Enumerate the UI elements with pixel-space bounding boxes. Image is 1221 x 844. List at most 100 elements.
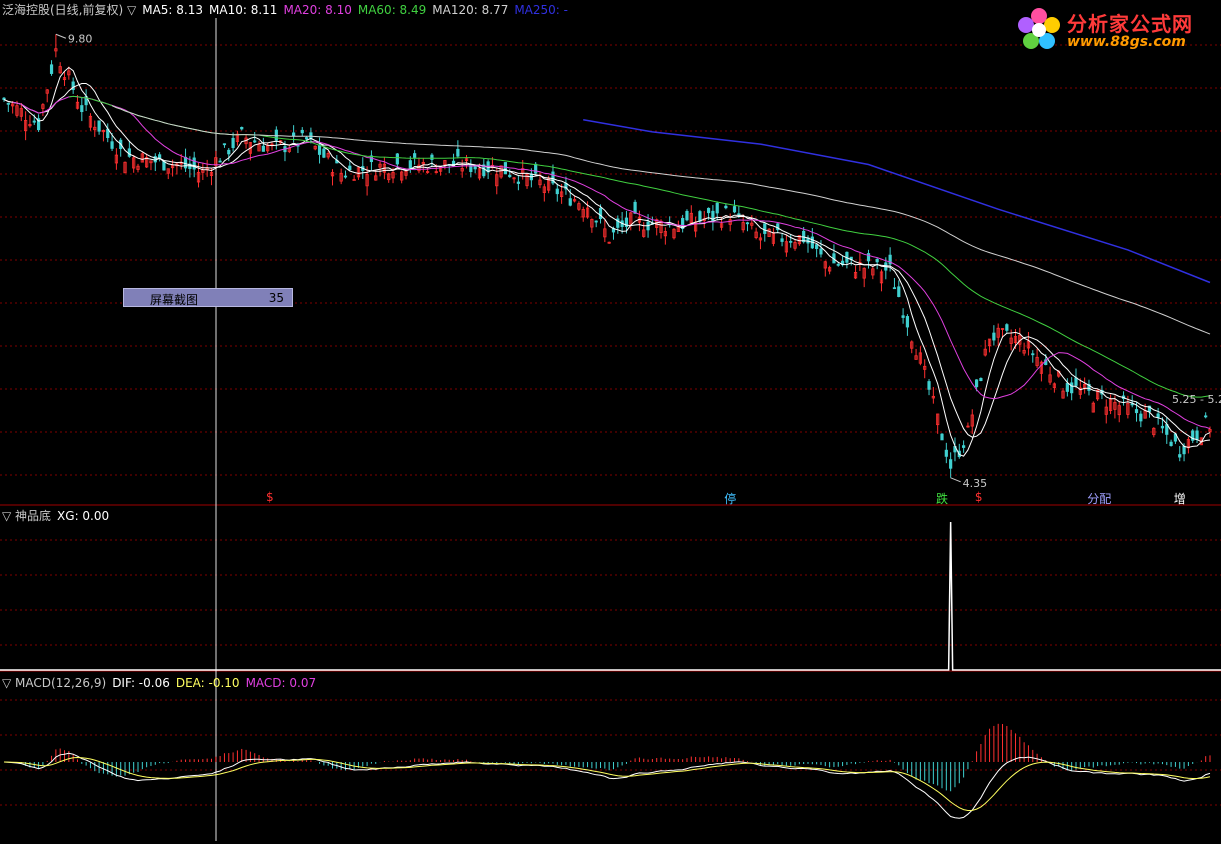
candle-body <box>231 137 235 149</box>
candle-body <box>408 160 412 169</box>
popup-value: 35 <box>268 291 284 305</box>
main-legend-item: MA10: 8.11 <box>209 3 278 17</box>
candle-body <box>1134 409 1139 414</box>
ma5-line <box>3 66 1211 457</box>
candle-body <box>317 144 322 155</box>
candle-body <box>430 154 434 160</box>
candle-body <box>253 140 257 143</box>
candle-body <box>745 222 750 225</box>
candle-body <box>183 156 188 169</box>
candle-body <box>875 258 879 263</box>
macd-dea-line <box>3 756 1211 812</box>
candle-body <box>1139 413 1143 422</box>
candle-body <box>2 97 6 100</box>
candle-body <box>715 202 719 214</box>
candle-body <box>698 211 702 222</box>
candle-body <box>1195 430 1199 440</box>
candle-body <box>1169 441 1173 446</box>
candle-body <box>222 143 227 146</box>
main-legend-item: MA250: - <box>514 3 568 17</box>
main-legend-item: MA60: 8.49 <box>357 3 427 17</box>
candle-body <box>927 381 931 390</box>
candle-body <box>962 445 966 448</box>
candle-body <box>555 188 559 195</box>
candle-body <box>110 141 114 149</box>
candle-body <box>80 105 84 113</box>
stock-chart: 9.80 4.35 5.25 - 5.2 泛海控股(日线,前复权) ▽ MA5: 8.… <box>0 0 1221 841</box>
candle-body <box>240 126 244 130</box>
candle-body <box>1031 353 1035 356</box>
candle-body <box>192 157 196 170</box>
candle-body <box>568 198 572 206</box>
candle-body <box>218 160 222 163</box>
logo: 分析家公式网 www.88gs.com <box>1013 4 1213 54</box>
candle-body <box>763 223 767 234</box>
screenshot-popup[interactable]: 屏幕截图 35 <box>123 288 293 307</box>
candle-body <box>1178 454 1182 458</box>
low-label: 4.35 <box>963 477 988 490</box>
last-range-label: 5.25 - 5.2 <box>1172 393 1221 406</box>
macd-legend-item: MACD: 0.07 <box>245 676 317 690</box>
candle-body <box>456 148 460 157</box>
main-legend-item: 泛海控股(日线,前复权) ▽ <box>2 3 137 17</box>
candle-body <box>413 153 417 158</box>
candle-body <box>815 244 819 250</box>
candle-body <box>516 181 520 184</box>
candle-body <box>789 240 793 243</box>
candle-body <box>892 287 897 290</box>
candle-body <box>309 132 313 139</box>
candle-body <box>979 377 983 382</box>
candle-body <box>594 220 598 223</box>
candle-body <box>737 213 741 216</box>
candle-body <box>97 120 101 132</box>
candle-body <box>49 64 54 74</box>
candle-body <box>949 459 953 469</box>
xg-line <box>0 521 1221 671</box>
kline-chart-svg: 9.80 4.35 5.25 - 5.2 <box>0 18 1221 841</box>
candle-body <box>633 201 637 214</box>
candle-body <box>32 120 36 123</box>
candle-body <box>348 165 352 171</box>
high-pointer <box>55 33 67 39</box>
candle-body <box>292 132 296 136</box>
candle-body <box>162 160 166 171</box>
candle-body <box>732 206 737 213</box>
main-legend-item: MA5: 8.13 <box>142 3 204 17</box>
high-label: 9.80 <box>68 32 93 45</box>
candle-body <box>836 263 840 266</box>
candle-body <box>352 179 356 181</box>
ma60-line <box>68 95 1211 398</box>
ma20-line <box>12 95 1211 430</box>
candle-body <box>1005 324 1009 331</box>
candle-body <box>1156 413 1160 418</box>
signal-marker: $ <box>266 490 274 504</box>
candle-body <box>944 449 948 457</box>
macd-legend-item: DIF: -0.06 <box>112 676 170 690</box>
low-pointer <box>950 477 961 483</box>
candle-body <box>322 148 326 158</box>
candle-body <box>261 145 265 152</box>
candle-body <box>274 129 278 141</box>
candle-body <box>1070 382 1074 394</box>
ma10-line <box>3 83 1211 443</box>
candle-body <box>304 137 309 140</box>
candle-body <box>897 286 901 297</box>
main-legend-item: MA20: 8.10 <box>283 3 352 17</box>
candle-body <box>1065 382 1069 392</box>
macd-legend-item: DEA: -0.10 <box>175 676 240 690</box>
candle-body <box>598 207 603 220</box>
candle-body <box>780 238 784 242</box>
macd-legend-item: ▽ MACD(12,26,9) <box>2 676 107 690</box>
candle-body <box>685 210 689 221</box>
ma250-line <box>583 118 1211 284</box>
candle-body <box>534 163 538 174</box>
candle-body <box>1130 403 1134 406</box>
macd-dif-line <box>3 752 1211 819</box>
signal-marker: 跌 <box>936 492 949 506</box>
candle-body <box>819 248 823 255</box>
candle-body <box>940 433 944 441</box>
signal-marker: 分配 <box>1087 492 1112 506</box>
signal-marker: $ <box>974 490 983 504</box>
candle-body <box>395 153 399 165</box>
candle-body <box>508 174 512 178</box>
